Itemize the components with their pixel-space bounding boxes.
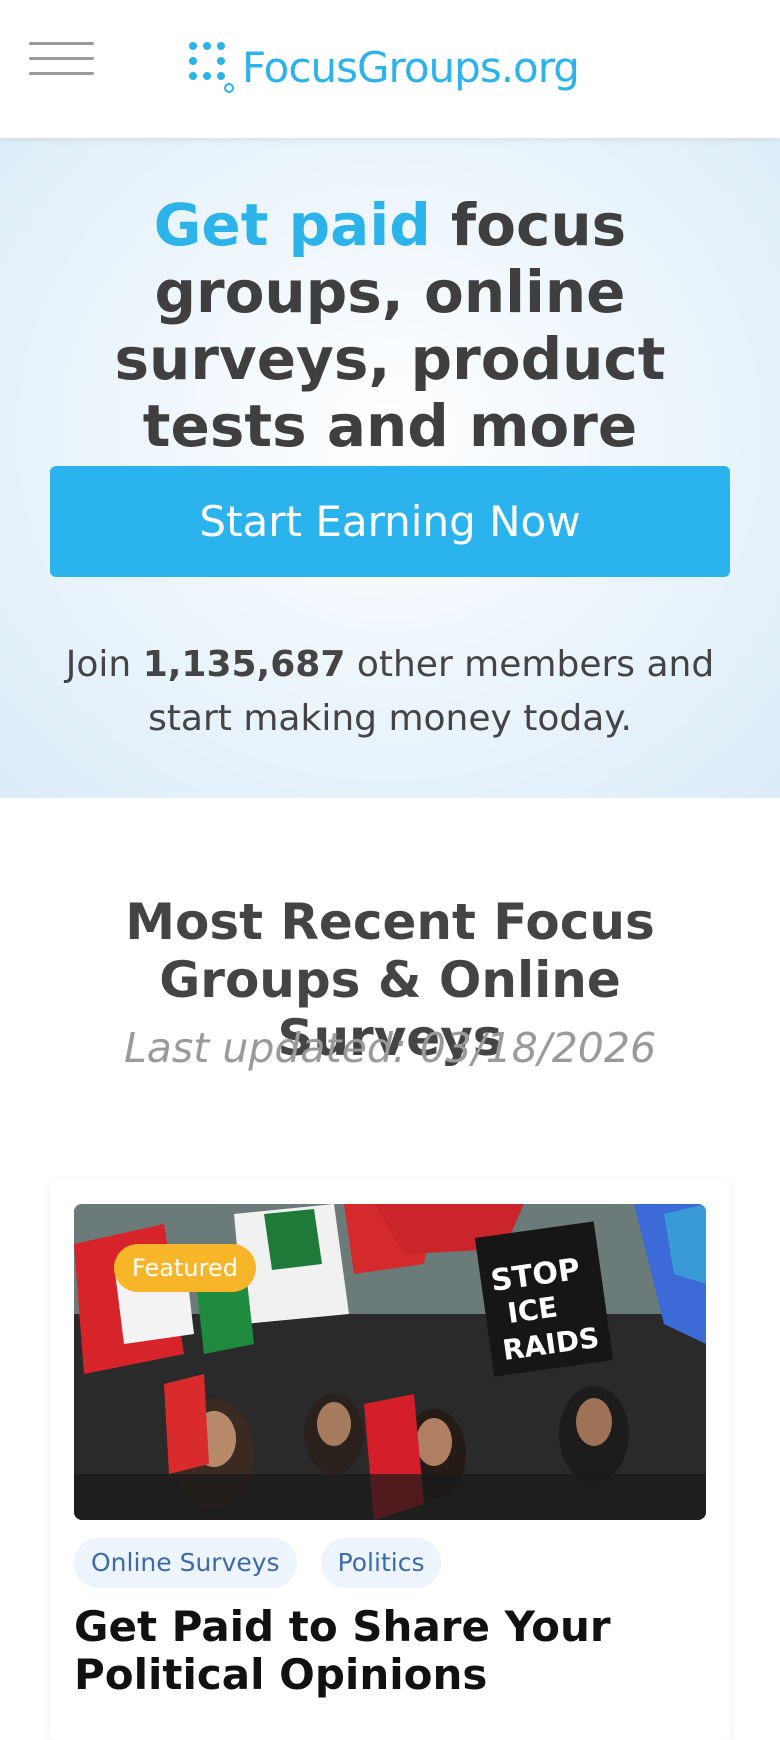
start-earning-button[interactable]: Start Earning Now bbox=[50, 466, 730, 577]
card-image[interactable]: STOP ICE RAIDS Featured bbox=[74, 1204, 706, 1520]
svg-text:ICE: ICE bbox=[505, 1290, 559, 1330]
site-header: FocusGroups.org bbox=[0, 0, 780, 138]
hero-title: Get paid focus groups, online surveys, p… bbox=[40, 192, 740, 460]
logo-text: FocusGroups.org bbox=[242, 42, 580, 92]
logo-dots-icon bbox=[189, 42, 234, 93]
hamburger-menu-icon[interactable] bbox=[29, 42, 94, 78]
featured-study-card[interactable]: STOP ICE RAIDS Featured Online Surveys P… bbox=[50, 1180, 730, 1740]
join-prefix: Join bbox=[65, 644, 143, 685]
member-count: 1,135,687 bbox=[142, 644, 346, 685]
card-title[interactable]: Get Paid to Share Your Political Opinion… bbox=[74, 1603, 714, 1699]
hero-title-accent: Get paid bbox=[153, 191, 431, 259]
tag-politics[interactable]: Politics bbox=[320, 1538, 442, 1588]
featured-badge: Featured bbox=[114, 1244, 256, 1292]
hero-section: Get paid focus groups, online surveys, p… bbox=[0, 138, 780, 798]
tag-online-surveys[interactable]: Online Surveys bbox=[74, 1538, 297, 1588]
last-updated-text: Last updated: 03/18/2026 bbox=[123, 1024, 657, 1072]
site-logo[interactable]: FocusGroups.org bbox=[188, 40, 580, 94]
card-tags: Online Surveys Politics bbox=[74, 1538, 442, 1588]
member-count-text: Join 1,135,687 other members and start m… bbox=[40, 638, 740, 746]
